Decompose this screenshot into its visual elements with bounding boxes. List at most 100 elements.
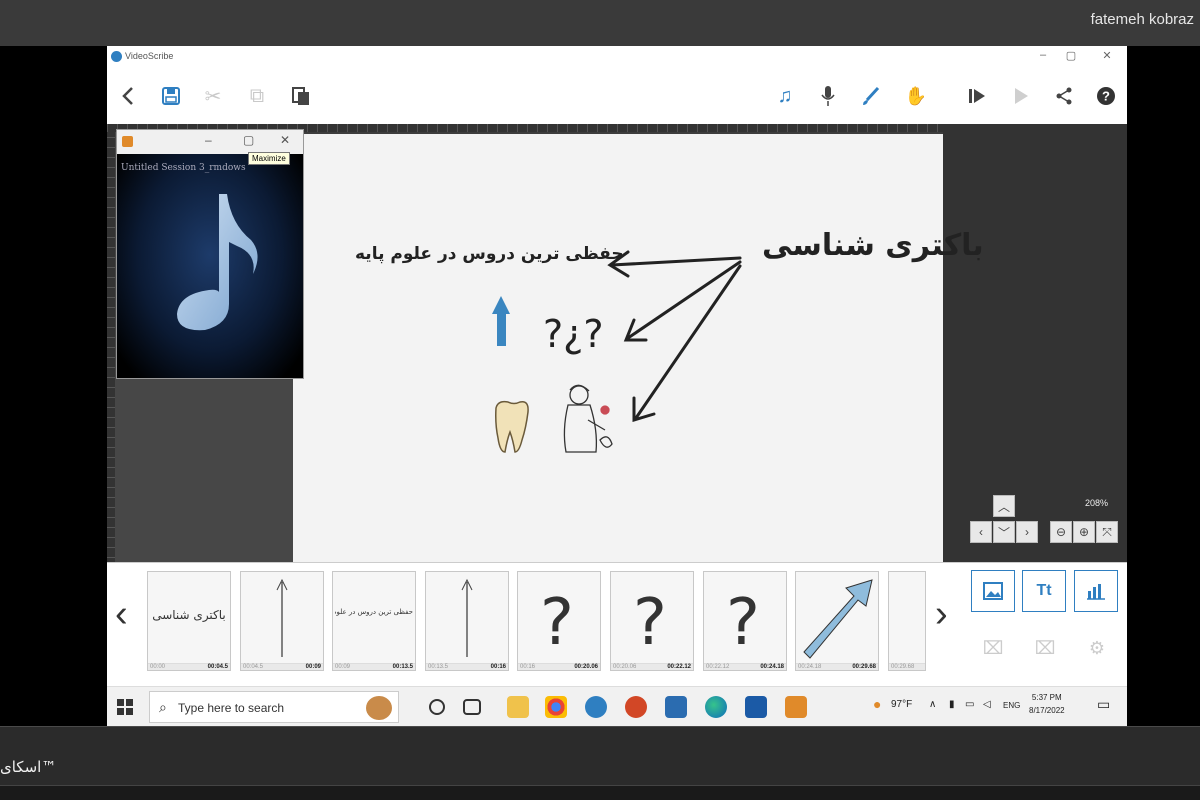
thumbnail-preview: باکتری شناسی: [148, 572, 230, 664]
photos-icon[interactable]: [745, 696, 767, 718]
add-chart-button[interactable]: [1074, 570, 1118, 612]
chevron-left-icon: ‹: [979, 525, 983, 539]
thumbnail-start-time: 00:04.5: [243, 664, 264, 670]
zoom-out-button[interactable]: ⊖: [1050, 521, 1072, 543]
pan-down-button[interactable]: ﹀: [993, 521, 1015, 543]
windows-start-icon[interactable]: [117, 699, 133, 715]
clock-time: 5:37 PM: [1031, 693, 1062, 702]
timeline-thumbnail[interactable]: ? 00:16 00:20.06: [517, 571, 601, 671]
task-view-icon[interactable]: [463, 699, 481, 715]
thumbnail-end-time: 00:04.5: [207, 664, 228, 670]
tray-expand-icon[interactable]: ∧: [929, 699, 936, 710]
thumbnail-label: باکتری شناسی: [152, 608, 226, 622]
thumb-arrow-up-icon: [461, 578, 473, 657]
thumbnail-end-time: 00:29.68: [852, 664, 876, 670]
network-icon[interactable]: ▭: [965, 699, 974, 710]
question-marks-icon[interactable]: ?¿?: [543, 312, 604, 356]
timeline-thumbnail[interactable]: 00:04.5 00:09: [240, 571, 324, 671]
cortana-icon[interactable]: [429, 699, 445, 715]
powerpoint-icon[interactable]: [625, 696, 647, 718]
player-close-icon[interactable]: ✕: [280, 133, 290, 147]
pan-left-button[interactable]: ‹: [970, 521, 992, 543]
thumbnail-start-time: 00:16: [520, 664, 536, 670]
camera-action-icon[interactable]: ⌧: [978, 638, 1008, 664]
thumbnail-end-time: 00:16: [490, 664, 506, 670]
timeline-thumbnail[interactable]: باکتری شناسی 00:00 00:04.5: [147, 571, 231, 671]
settings-icon[interactable]: ⚙: [1082, 638, 1112, 664]
scientist-icon[interactable]: [563, 384, 613, 453]
timeline-thumbnail[interactable]: 00:13.5 00:16: [425, 571, 509, 671]
media-player-window[interactable]: – ▢ ✕ Untitled Session 3_rmdows: [116, 129, 304, 379]
chevron-up-icon: ︿: [997, 499, 1010, 514]
thumbnail-preview: ?: [611, 572, 693, 664]
videoscribe-taskbar-icon[interactable]: [585, 696, 607, 718]
add-image-button[interactable]: [971, 570, 1015, 612]
notification-icon[interactable]: ▭: [1097, 696, 1110, 713]
fit-screen-button[interactable]: ⤧: [1096, 521, 1118, 543]
blue-up-arrow-icon[interactable]: [492, 296, 510, 346]
file-explorer-icon[interactable]: [507, 696, 529, 718]
timeline-thumbnail[interactable]: ? 00:20.06 00:22.12: [610, 571, 694, 671]
text-icon: Tt: [1036, 582, 1052, 599]
thumbnail-start-time: 00:09: [335, 664, 351, 670]
thumbnail-end-time: 00:20.06: [574, 664, 598, 670]
player-session-title: Untitled Session 3_rmdows: [121, 163, 246, 173]
thumbnail-start-time: 00:29.68: [891, 664, 915, 670]
chrome-icon[interactable]: [545, 696, 567, 718]
fit-screen-icon: ⤧: [1102, 524, 1112, 539]
thumbnail-label: حفظی ترین دروس در علوم پایه: [335, 608, 413, 616]
zoom-out-icon: ⊖: [1055, 525, 1067, 539]
search-placeholder: Type here to search: [178, 701, 285, 715]
player-minimize-icon[interactable]: –: [205, 133, 212, 147]
chevron-right-icon: ›: [1025, 525, 1029, 539]
edge-icon[interactable]: [705, 696, 727, 718]
taskbar-clock[interactable]: 5:37 PM 8/17/2022: [1029, 691, 1065, 717]
thumbnail-start-time: 00:13.5: [428, 664, 449, 670]
thumbnail-start-time: 00:22.12: [706, 664, 730, 670]
thumbnail-preview: ?: [704, 572, 786, 664]
thumbnail-preview: [796, 572, 878, 664]
transition-icon[interactable]: ⌧: [1030, 638, 1060, 664]
add-text-button[interactable]: Tt: [1022, 570, 1066, 612]
player-titlebar: – ▢ ✕: [117, 130, 303, 154]
chart-icon: [1087, 584, 1105, 600]
weather-icon: ●: [873, 696, 882, 712]
music-note-icon: [177, 194, 258, 331]
timeline-thumbnail[interactable]: ? 00:22.12 00:24.18: [703, 571, 787, 671]
svg-text:?: ?: [540, 586, 574, 660]
thumb-diagonal-arrow-icon: [803, 579, 873, 659]
mic-tray-icon[interactable]: ▮: [949, 699, 955, 710]
thumbnail-preview: ?: [518, 572, 600, 664]
pointer-arrows: [607, 250, 742, 423]
timeline-thumbnail[interactable]: 00:29.68: [888, 571, 926, 671]
timeline-next-button[interactable]: ›: [935, 593, 948, 636]
thumbnail-preview: [426, 572, 508, 664]
media-player-taskbar-icon[interactable]: [665, 696, 687, 718]
player-app-icon: [122, 136, 133, 147]
language-indicator[interactable]: ENG: [1003, 701, 1020, 710]
timeline-thumbnail[interactable]: حفظی ترین دروس در علوم پایه 00:09 00:13.5: [332, 571, 416, 671]
tooth-icon[interactable]: [495, 400, 529, 453]
thumbnail-end-time: 00:13.5: [392, 664, 413, 670]
timeline-thumbnail[interactable]: 00:24.18 00:29.68: [795, 571, 879, 671]
svg-text:?: ?: [726, 586, 760, 660]
thumbnail-end-time: 00:22.12: [667, 664, 691, 670]
pan-right-button[interactable]: ›: [1016, 521, 1038, 543]
player-maximize-icon[interactable]: ▢: [243, 133, 254, 147]
windows-taskbar: ⌕ Type here to search ● 97°F ∧ ▮ ▭ ◁ ENG…: [107, 686, 1127, 726]
timeline-prev-button[interactable]: ‹: [115, 593, 128, 636]
search-highlight-icon: [366, 696, 392, 720]
chevron-down-icon: ﹀: [997, 525, 1010, 540]
zoom-in-icon: ⊕: [1078, 525, 1090, 539]
volume-icon[interactable]: ◁: [983, 699, 991, 710]
vlc-icon[interactable]: [785, 696, 807, 718]
pan-up-button[interactable]: ︿: [993, 495, 1015, 517]
search-icon: ⌕: [159, 699, 167, 715]
thumbnail-preview: حفظی ترین دروس در علوم پایه: [333, 572, 415, 664]
thumbnail-end-time: 00:24.18: [760, 664, 784, 670]
zoom-in-button[interactable]: ⊕: [1073, 521, 1095, 543]
taskbar-search[interactable]: ⌕ Type here to search: [149, 691, 399, 723]
thumbnail-start-time: 00:00: [150, 664, 166, 670]
thumbnail-preview: [889, 572, 925, 664]
player-artwork: [117, 154, 303, 378]
